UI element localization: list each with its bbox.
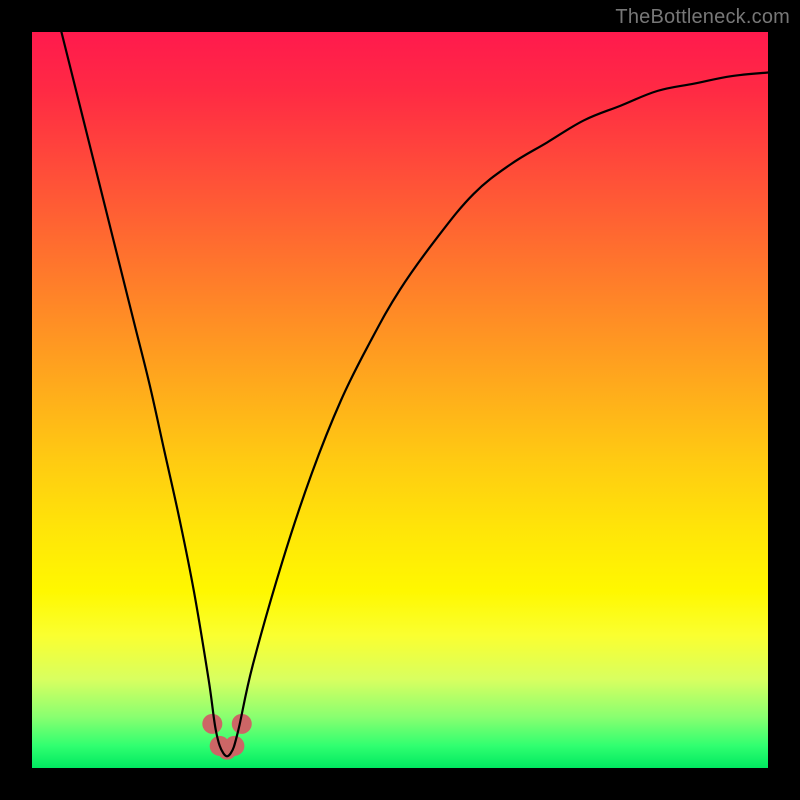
- watermark-text: TheBottleneck.com: [615, 6, 790, 29]
- bottleneck-curve: [61, 32, 768, 756]
- trough-marker: [202, 714, 222, 734]
- chart-frame: TheBottleneck.com: [0, 0, 800, 800]
- plot-area: [32, 32, 768, 768]
- trough-markers: [202, 714, 251, 760]
- curve-svg: [32, 32, 768, 768]
